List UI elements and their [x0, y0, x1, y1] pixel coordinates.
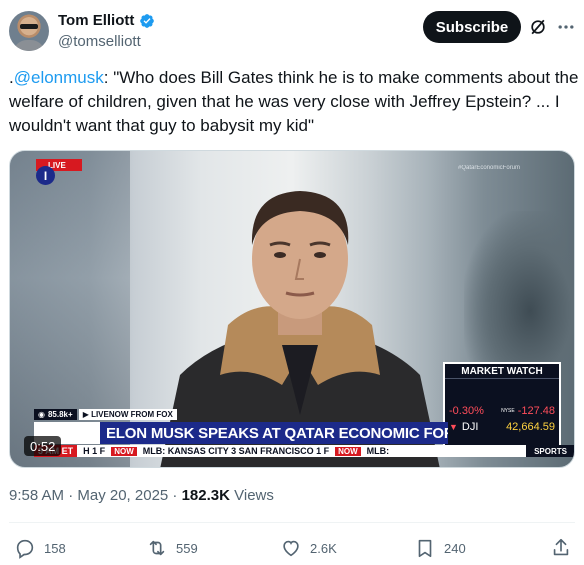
avatar[interactable]	[9, 11, 49, 51]
mention-link[interactable]: @elonmusk	[14, 68, 104, 87]
grok-icon[interactable]	[528, 17, 548, 37]
verified-badge-icon	[140, 13, 155, 28]
ticker-segment: MLB: KANSAS CITY 3 SAN FRANCISCO 1 F	[142, 446, 330, 456]
market-pct: -0.30%	[449, 405, 484, 417]
repost-count: 559	[176, 540, 198, 556]
market-watch-panel: MARKET WATCH -0.30% NYSE -127.48 ▼ DJI 4…	[443, 362, 561, 449]
share-button[interactable]	[550, 537, 572, 559]
avatar-sunglasses	[20, 24, 38, 29]
tweet-text: .@elonmusk: "Who does Bill Gates think h…	[9, 66, 579, 138]
avatar-shirt	[13, 40, 45, 51]
lower-third: ◉ 85.8k+ ▶ LIVENOW FROM FOX ELON MUSK SPE…	[34, 409, 448, 449]
news-ticker: 3 AM ET H 1 F NOW MLB: KANSAS CITY 3 SAN…	[34, 445, 574, 457]
timestamp[interactable]: 9:58 AM · May 20, 2025 ·	[9, 487, 182, 504]
viewers-value: 85.8k+	[47, 410, 73, 419]
video-player[interactable]: LIVE #QatarEconomicForum MARKET WATCH -0…	[9, 150, 575, 468]
livenow-logo-icon: I	[36, 166, 55, 185]
bookmark-count: 240	[444, 540, 466, 556]
market-value: 42,664.59	[506, 421, 555, 433]
viewer-strip: ◉ 85.8k+ ▶ LIVENOW FROM FOX	[34, 409, 177, 420]
subscribe-button[interactable]: Subscribe	[423, 11, 521, 43]
video-timer: 0:52	[24, 436, 62, 456]
display-name[interactable]: Tom Elliott	[58, 12, 134, 29]
share-icon	[553, 538, 569, 556]
ticker-now-badge: NOW	[111, 446, 137, 456]
viewers-count: ◉ 85.8k+	[34, 409, 77, 420]
heart-icon	[283, 540, 299, 557]
views-label: Views	[229, 487, 274, 504]
market-index-tag: NYSE	[501, 408, 515, 414]
reply-button[interactable]: 158	[14, 537, 66, 559]
market-row-change: -0.30% NYSE -127.48	[445, 403, 559, 419]
market-watch-title: MARKET WATCH	[445, 364, 559, 379]
bookmark-button[interactable]: 240	[414, 537, 466, 559]
eye-icon: ◉	[38, 410, 45, 419]
tweet-meta: 9:58 AM · May 20, 2025 · 182.3K Views	[9, 487, 274, 504]
handle[interactable]: @tomselliott	[58, 33, 141, 50]
author-name-row: Tom Elliott	[58, 12, 155, 29]
livenow-source: ▶ LIVENOW FROM FOX	[78, 409, 177, 420]
like-button[interactable]: 2.6K	[280, 537, 337, 559]
reply-icon	[16, 539, 34, 559]
ticker-segment-2: MLB:	[366, 446, 390, 456]
forum-hashtag: #QatarEconomicForum	[458, 165, 521, 171]
headline-bar: ELON MUSK SPEAKS AT QATAR ECONOMIC FORUM	[100, 422, 448, 444]
divider	[9, 522, 575, 523]
more-icon[interactable]	[556, 17, 576, 37]
repost-button[interactable]: 559	[146, 537, 198, 559]
ticker-now-badge-2: NOW	[335, 446, 361, 456]
views-count: 182.3K	[181, 487, 230, 504]
ticker-lead: H 1 F	[83, 446, 106, 456]
market-index: DJI	[461, 421, 479, 433]
bookmark-icon	[418, 539, 432, 558]
repost-icon	[149, 540, 165, 556]
reply-count: 158	[44, 540, 66, 556]
market-row-index: ▼ DJI 42,664.59	[445, 419, 559, 435]
market-change: -127.48	[517, 405, 555, 417]
down-arrow-icon: ▼	[449, 422, 458, 432]
ticker-sports: SPORTS	[526, 445, 574, 457]
like-count: 2.6K	[310, 540, 337, 556]
